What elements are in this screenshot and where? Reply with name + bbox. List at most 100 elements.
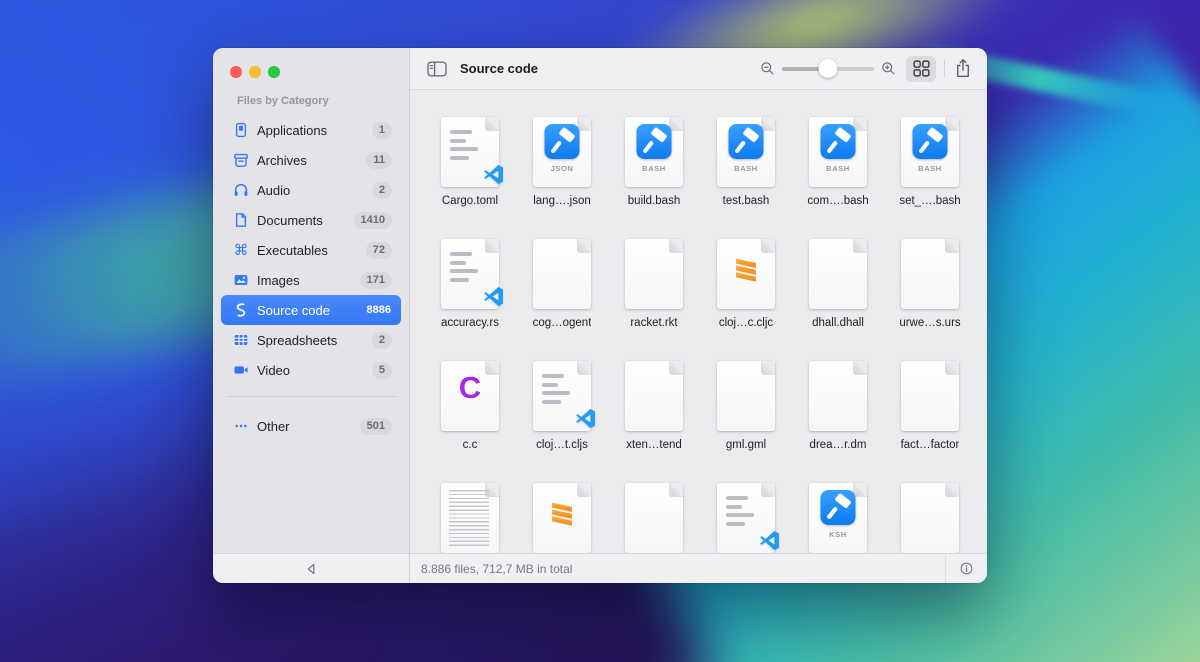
zoom-button[interactable] bbox=[268, 66, 280, 78]
back-icon bbox=[307, 563, 315, 574]
doc-text-lines bbox=[542, 374, 578, 404]
app-window: Files by Category Applications 1 Archives 1… bbox=[213, 48, 987, 583]
grid-view-button[interactable] bbox=[906, 55, 936, 82]
file-name: dhall.dhall bbox=[812, 317, 864, 329]
file-item[interactable]: fact…factor bbox=[884, 361, 976, 483]
status-summary: 8.886 files, 712,7 MB in total bbox=[421, 561, 573, 576]
executables-icon: ⌘ bbox=[232, 242, 249, 259]
file-item[interactable]: KSH bbox=[792, 483, 884, 553]
file-item[interactable]: xten…tend bbox=[608, 361, 700, 483]
sidebar: Files by Category Applications 1 Archives 1… bbox=[213, 48, 410, 553]
file-item[interactable]: BASH test.bash bbox=[700, 117, 792, 239]
file-name: fact…factor bbox=[900, 439, 960, 451]
sidebar-item-documents[interactable]: Documents 1410 bbox=[221, 205, 401, 235]
sidebar-item-archives[interactable]: Archives 11 bbox=[221, 145, 401, 175]
back-button[interactable] bbox=[303, 561, 319, 577]
file-item[interactable]: BASH set_….bash bbox=[884, 117, 976, 239]
file-item[interactable]: dhall.dhall bbox=[792, 239, 884, 361]
sidebar-item-label: Audio bbox=[257, 182, 291, 198]
sidebar-item-label: Other bbox=[257, 418, 290, 434]
sidebar-item-label: Documents bbox=[257, 212, 323, 228]
file-item[interactable]: accuracy.rs bbox=[424, 239, 516, 361]
sidebar-item-executables[interactable]: ⌘ Executables 72 bbox=[221, 235, 401, 265]
file-item[interactable]: Cargo.toml bbox=[424, 117, 516, 239]
zoom-in-icon[interactable] bbox=[881, 61, 896, 76]
file-name: cog…ogent bbox=[532, 317, 592, 329]
file-icon-blank-doc bbox=[809, 361, 867, 431]
file-item[interactable]: gml.gml bbox=[700, 361, 792, 483]
page-title: Source code bbox=[460, 61, 539, 76]
file-icon-blank-doc bbox=[901, 483, 959, 553]
slider-thumb[interactable] bbox=[818, 59, 838, 78]
info-button[interactable] bbox=[959, 561, 974, 576]
file-name: lang….json bbox=[533, 195, 591, 207]
file-item[interactable]: cog…ogent bbox=[516, 239, 608, 361]
minimize-button[interactable] bbox=[249, 66, 261, 78]
file-icon-blank-doc bbox=[901, 239, 959, 309]
count-badge: 1 bbox=[371, 121, 392, 139]
script-type-label: BASH bbox=[734, 164, 758, 173]
sidebar-item-source-code[interactable]: Source code 8886 bbox=[221, 295, 401, 325]
file-name: cloj…t.cljs bbox=[536, 439, 588, 451]
file-item[interactable]: urwe…s.urs bbox=[884, 239, 976, 361]
sidebar-toggle-button[interactable] bbox=[427, 61, 447, 77]
file-item[interactable]: BASH com….bash bbox=[792, 117, 884, 239]
vscode-icon bbox=[575, 408, 596, 429]
count-badge: 171 bbox=[359, 271, 392, 289]
count-badge: 11 bbox=[366, 151, 392, 169]
file-icon-script: JSON bbox=[533, 117, 591, 187]
count-badge: 8886 bbox=[366, 303, 391, 316]
file-icon-script: BASH bbox=[717, 117, 775, 187]
file-item[interactable]: cloj…c.cljc bbox=[700, 239, 792, 361]
file-item[interactable] bbox=[700, 483, 792, 553]
file-item[interactable]: BASH build.bash bbox=[608, 117, 700, 239]
window-body: Files by Category Applications 1 Archives 1… bbox=[213, 48, 987, 553]
sidebar-divider bbox=[226, 396, 396, 397]
source-code-icon bbox=[232, 302, 249, 319]
status-bar-right bbox=[945, 554, 987, 583]
documents-icon bbox=[232, 212, 249, 229]
close-button[interactable] bbox=[230, 66, 242, 78]
sidebar-item-audio[interactable]: Audio 2 bbox=[221, 175, 401, 205]
c-language-icon: C bbox=[458, 370, 482, 405]
file-item[interactable] bbox=[884, 483, 976, 553]
spreadsheets-icon bbox=[232, 332, 249, 349]
file-icon-script: KSH bbox=[809, 483, 867, 553]
file-icon-sublime-doc bbox=[717, 239, 775, 309]
file-icon-script: BASH bbox=[809, 117, 867, 187]
sidebar-item-applications[interactable]: Applications 1 bbox=[221, 115, 401, 145]
file-item[interactable] bbox=[608, 483, 700, 553]
files-grid: Cargo.toml JSON lang….json BASH build.bash BA… bbox=[424, 117, 976, 553]
sidebar-item-other[interactable]: Other 501 bbox=[221, 411, 401, 441]
doc-text-lines bbox=[726, 496, 762, 526]
file-item[interactable]: cloj…t.cljs bbox=[516, 361, 608, 483]
zoom-out-icon[interactable] bbox=[760, 61, 775, 76]
script-hammer-icon bbox=[912, 124, 948, 159]
file-item[interactable]: racket.rkt bbox=[608, 239, 700, 361]
file-name: drea…r.dm bbox=[809, 439, 867, 451]
count-badge: 2 bbox=[371, 331, 392, 349]
count-badge: 72 bbox=[365, 241, 392, 259]
share-button[interactable] bbox=[954, 58, 972, 79]
file-item[interactable]: JSON lang….json bbox=[516, 117, 608, 239]
sidebar-item-spreadsheets[interactable]: Spreadsheets 2 bbox=[221, 325, 401, 355]
icon-size-slider[interactable] bbox=[782, 59, 874, 79]
script-hammer-icon bbox=[820, 124, 856, 159]
file-item[interactable] bbox=[424, 483, 516, 553]
sidebar-item-images[interactable]: Images 171 bbox=[221, 265, 401, 295]
file-name: set_….bash bbox=[899, 195, 961, 207]
file-name: accuracy.rs bbox=[441, 317, 499, 329]
sidebar-item-video[interactable]: Video 5 bbox=[221, 355, 401, 385]
file-icon-blank-doc bbox=[809, 239, 867, 309]
files-area: Cargo.toml JSON lang….json BASH build.bash BA… bbox=[410, 90, 987, 553]
svg-text:⌘: ⌘ bbox=[233, 242, 248, 258]
file-item[interactable] bbox=[516, 483, 608, 553]
file-icon-blank-doc bbox=[625, 361, 683, 431]
sublime-text-icon bbox=[733, 255, 760, 282]
sidebar-list: Applications 1 Archives 11 Audio 2 Documents 14… bbox=[213, 112, 409, 385]
grid-view-icon bbox=[912, 60, 930, 77]
file-icon-vscode-doc bbox=[717, 483, 779, 553]
file-icon-c-doc: C bbox=[441, 361, 499, 431]
file-item[interactable]: Cc.c bbox=[424, 361, 516, 483]
file-item[interactable]: drea…r.dm bbox=[792, 361, 884, 483]
